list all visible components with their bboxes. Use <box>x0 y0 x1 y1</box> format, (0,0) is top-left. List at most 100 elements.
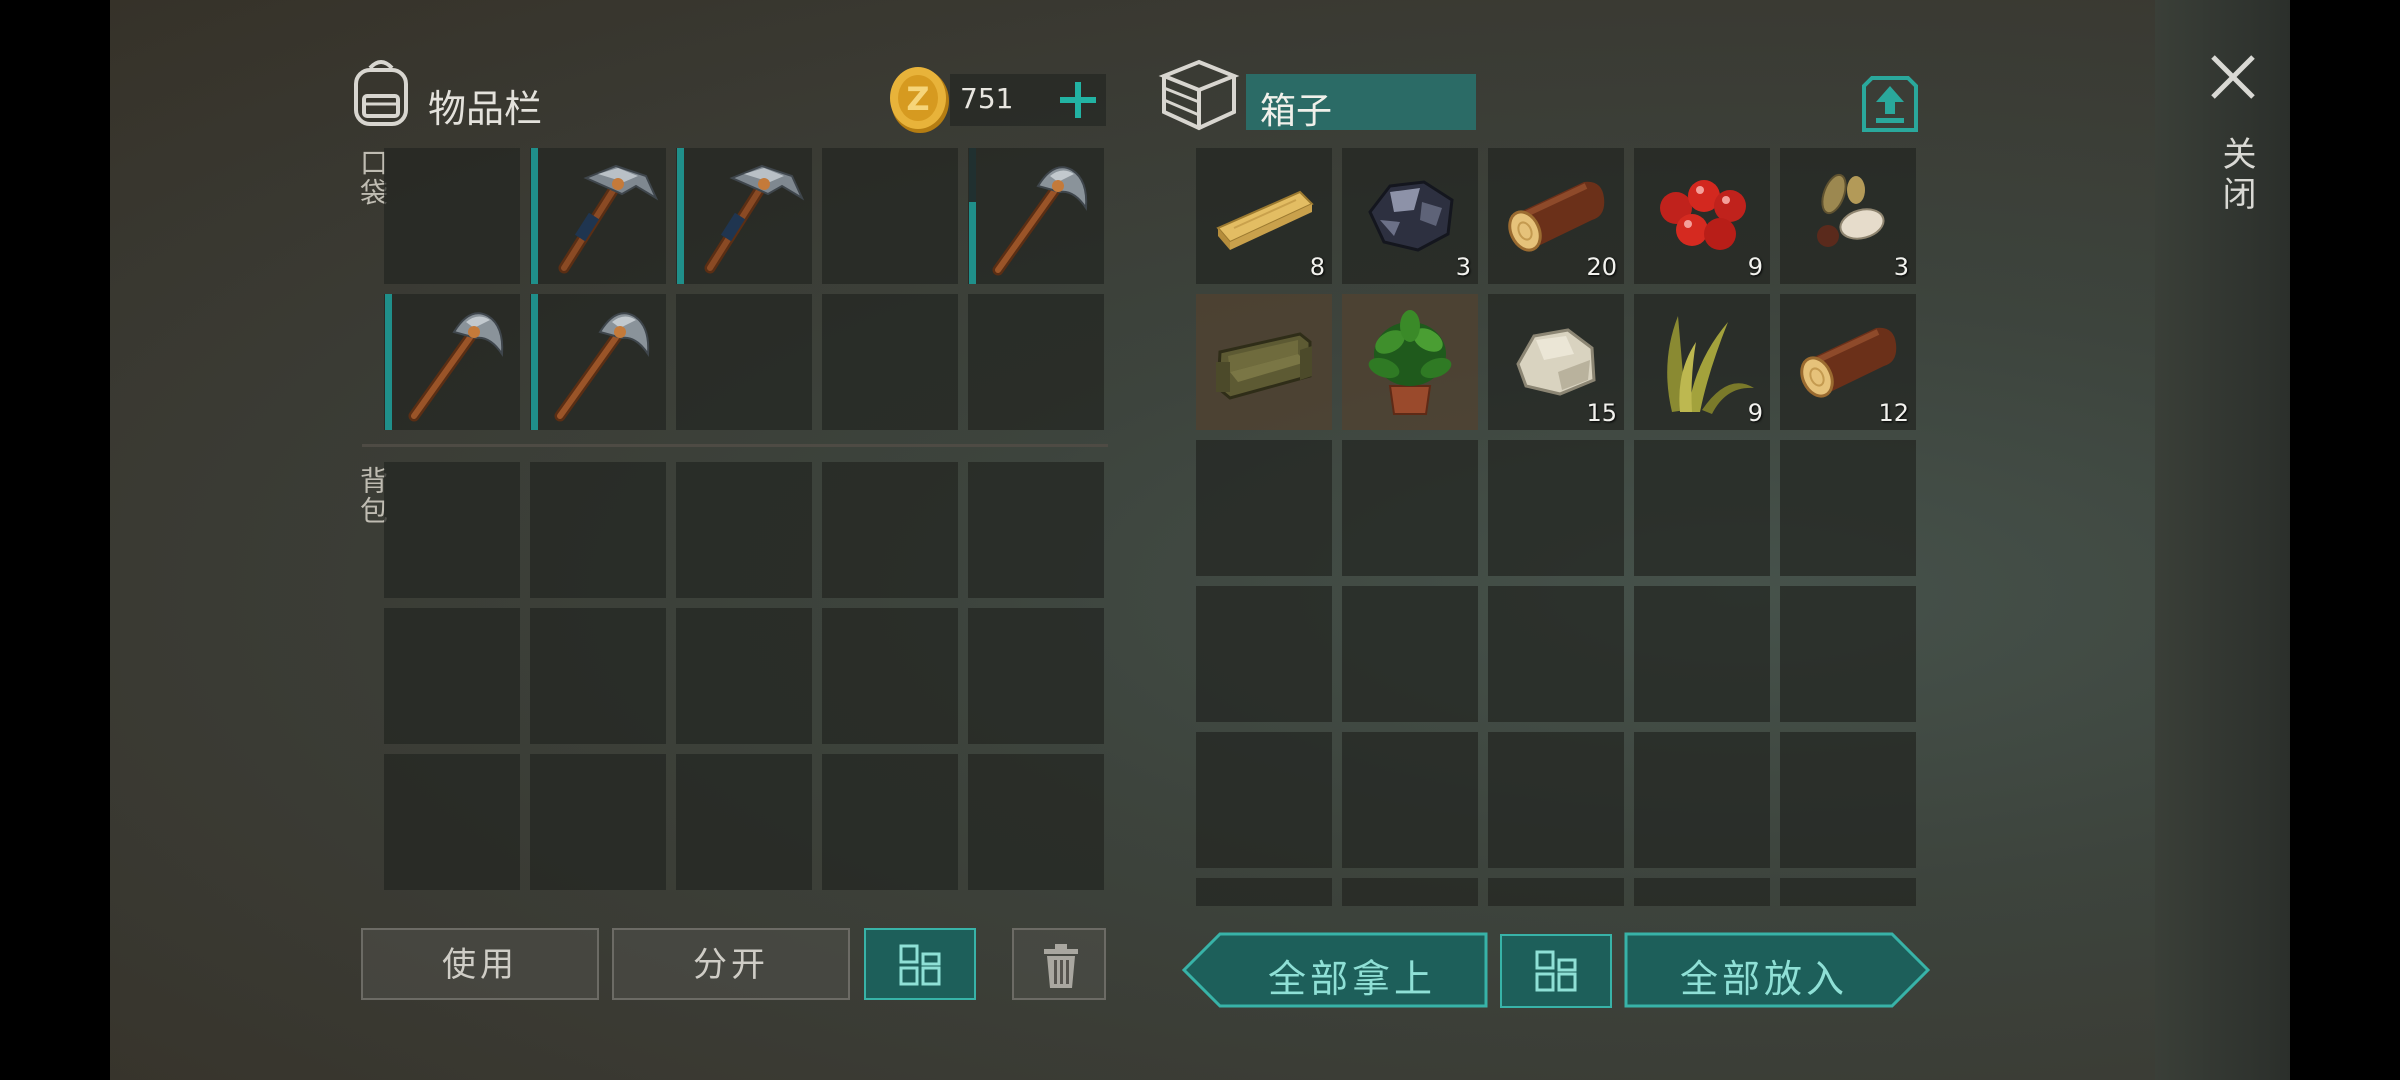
upload-icon <box>1862 76 1918 132</box>
trash-icon <box>1044 944 1078 988</box>
box-name-field[interactable]: 箱子 <box>1246 74 1476 132</box>
box-slot[interactable]: 9 <box>1634 294 1770 430</box>
box-slot[interactable] <box>1488 586 1624 722</box>
section-divider <box>362 444 1108 447</box>
plant-fiber-icon <box>1642 302 1762 422</box>
pocket-slot[interactable] <box>822 294 958 430</box>
box-slot[interactable] <box>1196 586 1332 722</box>
durability-bar <box>385 294 392 430</box>
box-slot[interactable]: 8 <box>1196 148 1332 284</box>
box-slot[interactable] <box>1634 732 1770 868</box>
box-slot[interactable]: 15 <box>1488 294 1624 430</box>
backpack-slot[interactable] <box>530 462 666 598</box>
box-slot[interactable]: 12 <box>1780 294 1916 430</box>
upload-button[interactable] <box>1862 76 1918 132</box>
use-button[interactable]: 使用 <box>361 928 599 1000</box>
box-slot[interactable]: 3 <box>1342 148 1478 284</box>
box-slot[interactable] <box>1342 586 1478 722</box>
item-count: 12 <box>1878 399 1909 427</box>
pocket-slot[interactable] <box>822 148 958 284</box>
item-count: 8 <box>1309 253 1325 281</box>
delete-button[interactable] <box>1012 928 1106 1000</box>
backpack-slot[interactable] <box>968 754 1104 890</box>
coin-amount: 751 <box>960 82 1014 115</box>
backpack-icon <box>354 60 408 126</box>
box-slot[interactable] <box>1488 732 1624 868</box>
backpack-slot[interactable] <box>530 608 666 744</box>
pocket-slot[interactable] <box>530 148 666 284</box>
box-slot[interactable] <box>1342 732 1478 868</box>
svg-text:Z: Z <box>906 80 929 118</box>
backpack-slot[interactable] <box>530 754 666 890</box>
inventory-title: 物品栏 <box>428 87 543 131</box>
berries-icon <box>1642 156 1762 276</box>
box-slot[interactable]: 9 <box>1634 148 1770 284</box>
backpack-slot[interactable] <box>384 608 520 744</box>
hammer-icon <box>538 156 659 276</box>
box-slot[interactable] <box>1634 440 1770 576</box>
backpack-slot[interactable] <box>968 608 1104 744</box>
box-slot[interactable] <box>1488 878 1624 906</box>
backpack-slot[interactable] <box>384 754 520 890</box>
seeds-icon <box>1788 156 1908 276</box>
close-button[interactable]: 关闭 <box>2190 40 2270 230</box>
backpack-slot[interactable] <box>676 462 812 598</box>
split-button[interactable]: 分开 <box>612 928 850 1000</box>
sort-inventory-button[interactable] <box>864 928 976 1000</box>
add-coins-button[interactable] <box>1050 74 1106 126</box>
box-slot[interactable] <box>1342 878 1478 906</box>
durability-bar <box>531 148 538 284</box>
close-label: 关闭 <box>2216 136 2256 216</box>
box-slot[interactable] <box>1780 586 1916 722</box>
coin-icon: Z <box>890 67 949 133</box>
box-slot[interactable] <box>1196 878 1332 906</box>
durability-bar <box>531 294 538 430</box>
plus-icon <box>1060 82 1096 118</box>
box-name: 箱子 <box>1260 91 1333 132</box>
item-count: 3 <box>1893 253 1909 281</box>
box-slot[interactable] <box>1780 440 1916 576</box>
close-icon <box>2211 55 2255 99</box>
backpack-slot[interactable] <box>676 608 812 744</box>
potted-plant-icon <box>1350 302 1470 422</box>
durability-bar <box>969 202 976 284</box>
box-slot[interactable] <box>1196 294 1332 430</box>
box-icon <box>1158 59 1240 131</box>
backpack-slot[interactable] <box>968 462 1104 598</box>
backpack-slot[interactable] <box>384 462 520 598</box>
pickaxe-icon <box>976 156 1096 276</box>
backpack-slot[interactable] <box>822 754 958 890</box>
plank-icon <box>1204 156 1324 276</box>
box-slot[interactable] <box>1634 878 1770 906</box>
put-all-label: 全部放入 <box>1680 957 1849 1001</box>
box-slot[interactable]: 3 <box>1780 148 1916 284</box>
box-slot[interactable] <box>1342 440 1478 576</box>
box-slot[interactable] <box>1196 440 1332 576</box>
pickaxe-icon <box>392 302 512 422</box>
pocket-slot[interactable] <box>968 294 1104 430</box>
grid-icon <box>899 944 941 986</box>
box-slot[interactable] <box>1488 440 1624 576</box>
take-all-label: 全部拿上 <box>1268 957 1437 1001</box>
box-slot[interactable] <box>1342 294 1478 430</box>
game-screen: 物品栏 Z 751 口袋 背包 使用 分开 箱子 全部拿上 全部放入 关闭 8 … <box>110 0 2290 1080</box>
pocket-slot[interactable] <box>676 148 812 284</box>
box-slot[interactable] <box>1780 878 1916 906</box>
backpack-slot[interactable] <box>822 462 958 598</box>
sort-box-button[interactable] <box>1500 934 1612 1008</box>
iron-ore-icon <box>1350 156 1470 276</box>
hammer-icon <box>684 156 805 276</box>
pocket-slot[interactable] <box>968 148 1104 284</box>
box-slot[interactable]: 20 <box>1488 148 1624 284</box>
pocket-slot[interactable] <box>530 294 666 430</box>
pocket-slot[interactable] <box>384 148 520 284</box>
pocket-slot[interactable] <box>384 294 520 430</box>
item-count: 15 <box>1586 399 1617 427</box>
backpack-slot[interactable] <box>822 608 958 744</box>
box-slot[interactable] <box>1196 732 1332 868</box>
backpack-slot[interactable] <box>676 754 812 890</box>
item-count: 9 <box>1747 253 1763 281</box>
box-slot[interactable] <box>1634 586 1770 722</box>
box-slot[interactable] <box>1780 732 1916 868</box>
pocket-slot[interactable] <box>676 294 812 430</box>
